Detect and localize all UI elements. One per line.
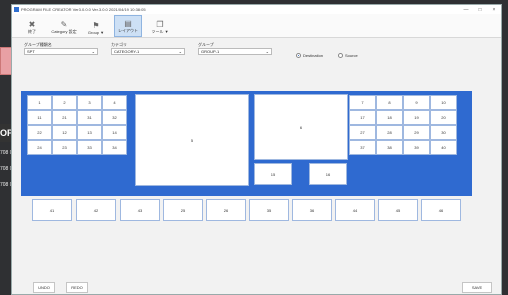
layout-cell[interactable]: 39 — [403, 140, 430, 155]
layout-cell[interactable]: 28 — [376, 125, 403, 140]
radio-destination-label: Destination — [303, 53, 324, 58]
layout-cell-large[interactable]: 6 — [254, 94, 348, 160]
layout-cell[interactable]: 1 — [27, 95, 52, 110]
layout-cell[interactable]: 19 — [403, 110, 430, 125]
edit-icon: ✎ — [60, 20, 68, 29]
layout-cell[interactable]: 12 — [52, 125, 77, 140]
maximize-button[interactable]: □ — [473, 7, 487, 13]
layout-cell[interactable]: 23 — [52, 140, 77, 155]
ribbon-button-label: Group ▼ — [87, 30, 105, 35]
layout-cell-bottom[interactable]: 35 — [249, 199, 289, 221]
minimize-button[interactable]: — — [459, 7, 473, 13]
group-value: GROUP-1 — [201, 49, 220, 54]
chevron-down-icon: ⌄ — [91, 49, 95, 54]
layout-cell-bottom[interactable]: 44 — [335, 199, 375, 221]
layout-cell-bottom[interactable]: 25 — [163, 199, 203, 221]
layout-cell[interactable]: 4 — [102, 95, 127, 110]
ribbon-button-label: Category 設定 — [51, 29, 77, 34]
layout-cell-bottom[interactable]: 46 — [421, 199, 461, 221]
radio-source-dot[interactable] — [338, 53, 343, 58]
layout-cell[interactable]: 16 — [309, 163, 347, 185]
layout-cell[interactable]: 33 — [77, 140, 102, 155]
group-type-value: SPT — [27, 49, 35, 54]
layout-cell-bottom[interactable]: 42 — [76, 199, 116, 221]
layout-cell[interactable]: 18 — [376, 110, 403, 125]
app-icon — [14, 7, 19, 12]
selector-row: グループ種類名 SPT ⌄ カテゴリ CATEGORY-1 ⌄ グループ GROUP… — [12, 42, 501, 62]
layout-cell[interactable]: 37 — [349, 140, 376, 155]
layout-cell[interactable]: 2 — [52, 95, 77, 110]
layout-cell[interactable]: 17 — [349, 110, 376, 125]
layout-cell[interactable]: 24 — [27, 140, 52, 155]
window-title: PROGRAM FILE CREATOR Ver3.0.0.0 Ver.3.0.… — [21, 7, 146, 12]
layout-cell[interactable]: 40 — [430, 140, 457, 155]
layout-cell[interactable]: 10 — [430, 95, 457, 110]
ribbon-toolbar: ✖ 終了 ✎ Category 設定 ⚑ Group ▼ ▤ レイアウト ❐ ツール ▼ — [12, 14, 501, 38]
ribbon-button-1[interactable]: ✎ Category 設定 — [50, 15, 78, 37]
undo-button[interactable]: UNDO — [33, 282, 55, 293]
save-button[interactable]: SAVE — [462, 282, 492, 293]
flag-icon: ⚑ — [92, 21, 100, 30]
category-value: CATEGORY-1 — [114, 49, 140, 54]
category-dropdown[interactable]: CATEGORY-1 ⌄ — [111, 48, 185, 55]
group-selector: グループ GROUP-1 ⌄ — [198, 42, 272, 55]
layout-cell-bottom[interactable]: 43 — [120, 199, 160, 221]
ribbon-button-label: 終了 — [28, 29, 36, 34]
ribbon-button-4[interactable]: ❐ ツール ▼ — [146, 15, 174, 37]
redo-button[interactable]: REDO — [66, 282, 88, 293]
layout-cell[interactable]: 32 — [102, 110, 127, 125]
layout-cell[interactable]: 29 — [403, 125, 430, 140]
ribbon-button-label: ツール ▼ — [151, 29, 169, 34]
layout-cell-bottom[interactable]: 26 — [206, 199, 246, 221]
layout-cell[interactable]: 30 — [430, 125, 457, 140]
radio-destination-dot[interactable] — [296, 53, 301, 58]
exit-icon: ✖ — [28, 20, 36, 29]
radio-source-label: Source — [345, 53, 358, 58]
layout-cell[interactable]: 7 — [349, 95, 376, 110]
group-type-selector: グループ種類名 SPT ⌄ — [24, 42, 98, 55]
layout-cell[interactable]: 20 — [430, 110, 457, 125]
layout-cell[interactable]: 22 — [27, 125, 52, 140]
group-type-dropdown[interactable]: SPT ⌄ — [24, 48, 98, 55]
layout-cell[interactable]: 3 — [77, 95, 102, 110]
layout-cell[interactable]: 34 — [102, 140, 127, 155]
radio-destination[interactable]: Destination — [296, 53, 323, 58]
chevron-down-icon: ⌄ — [265, 49, 269, 54]
layout-cell[interactable]: 11 — [27, 110, 52, 125]
ribbon-button-3[interactable]: ▤ レイアウト — [114, 15, 142, 37]
category-selector: カテゴリ CATEGORY-1 ⌄ — [111, 42, 185, 55]
layout-cell[interactable]: 38 — [376, 140, 403, 155]
layout-cell[interactable]: 21 — [52, 110, 77, 125]
ribbon-button-0[interactable]: ✖ 終了 — [18, 15, 46, 37]
chevron-down-icon: ⌄ — [178, 49, 182, 54]
layout-canvas[interactable]: 1 2 3 4 11 21 31 32 22 12 13 14 24 23 33 34 5 6 15 16 7 8 9 10 1… — [21, 91, 472, 196]
ribbon-button-2[interactable]: ⚑ Group ▼ — [82, 15, 110, 37]
layout-cell[interactable]: 8 — [376, 95, 403, 110]
layout-cell[interactable]: 27 — [349, 125, 376, 140]
main-window: PROGRAM FILE CREATOR Ver3.0.0.0 Ver.3.0.… — [11, 4, 502, 295]
layout-cell-bottom[interactable]: 45 — [378, 199, 418, 221]
ribbon-button-label: レイアウト — [118, 28, 138, 33]
layout-icon: ▤ — [124, 19, 132, 28]
layout-cell[interactable]: 15 — [254, 163, 292, 185]
title-bar: PROGRAM FILE CREATOR Ver3.0.0.0 Ver.3.0.… — [12, 5, 501, 14]
layout-cell[interactable]: 14 — [102, 125, 127, 140]
layout-cell-large[interactable]: 5 — [135, 94, 249, 186]
group-dropdown[interactable]: GROUP-1 ⌄ — [198, 48, 272, 55]
radio-source[interactable]: Source — [338, 53, 358, 58]
close-button[interactable]: × — [487, 7, 501, 13]
layout-cell-bottom[interactable]: 41 — [32, 199, 72, 221]
layout-cell-bottom[interactable]: 36 — [292, 199, 332, 221]
layout-cell[interactable]: 13 — [77, 125, 102, 140]
tool-icon: ❐ — [156, 20, 164, 29]
layout-cell[interactable]: 31 — [77, 110, 102, 125]
layout-cell[interactable]: 9 — [403, 95, 430, 110]
